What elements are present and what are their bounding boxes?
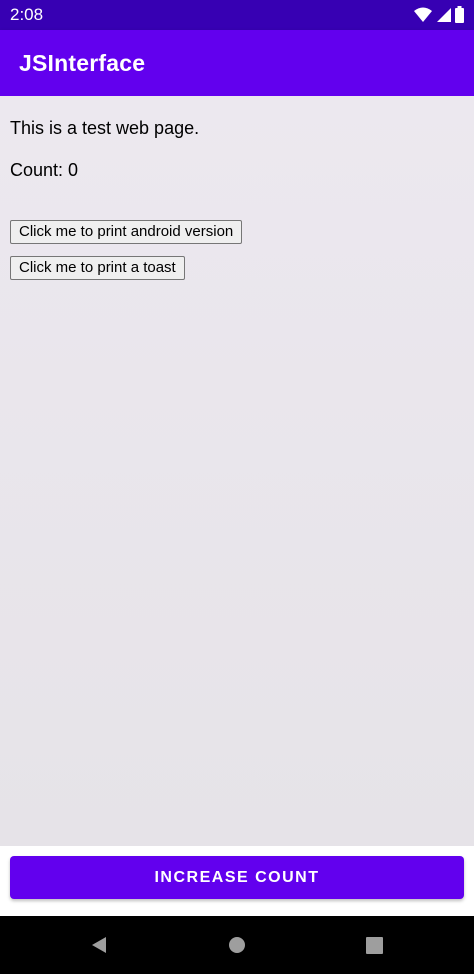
screen: 2:08 JSInterface This is a test web page… [0, 0, 474, 974]
home-icon[interactable] [225, 933, 249, 957]
navigation-bar [0, 916, 474, 974]
app-bar: JSInterface [0, 30, 474, 96]
page-heading: This is a test web page. [10, 118, 200, 138]
wifi-icon [414, 7, 432, 28]
back-icon[interactable] [87, 933, 111, 957]
status-bar: 2:08 [0, 0, 474, 30]
status-icons [414, 6, 464, 28]
status-time: 2:08 [10, 5, 44, 24]
increase-count-button[interactable]: INCREASE COUNT [10, 856, 464, 899]
battery-icon [455, 6, 464, 28]
count-text: Count: 0 [10, 160, 79, 180]
print-android-version-button[interactable]: Click me to print android version [10, 220, 243, 244]
print-toast-button[interactable]: Click me to print a toast [10, 256, 185, 280]
bottom-action-area: INCREASE COUNT [0, 846, 474, 916]
webview: This is a test web page. Count: 0 Click … [0, 96, 474, 846]
recents-icon[interactable] [362, 933, 386, 957]
signal-icon [436, 7, 451, 28]
app-title: JSInterface [19, 50, 146, 76]
